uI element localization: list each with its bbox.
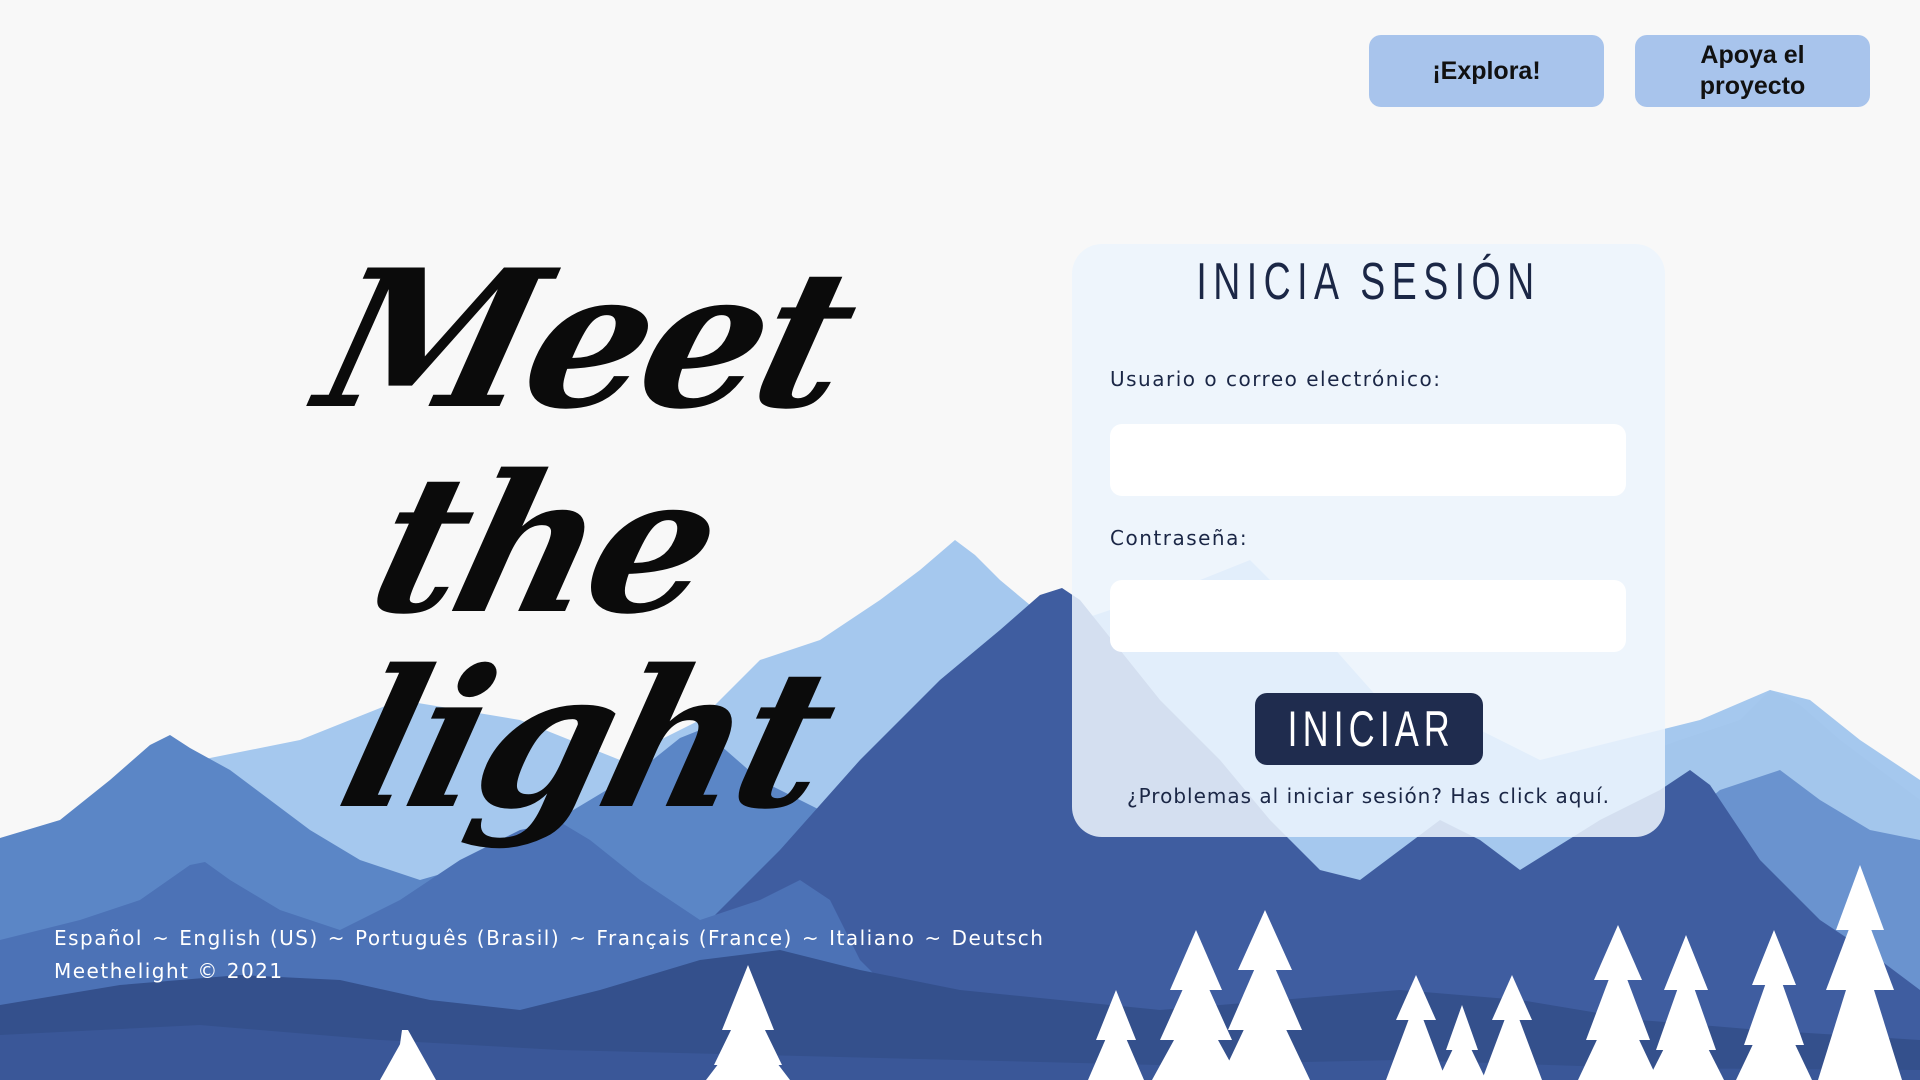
language-separator: ~ — [327, 926, 347, 950]
language-espanol[interactable]: Español — [54, 926, 143, 950]
password-label: Contraseña: — [1110, 526, 1249, 550]
copyright-text: Meethelight © 2021 — [54, 959, 284, 983]
language-francais-france[interactable]: Français (France) — [596, 926, 792, 950]
explore-button[interactable]: ¡Explora! — [1369, 35, 1604, 107]
footer: Español ~ English (US) ~ Português (Brasil) ~… — [54, 922, 1044, 988]
language-separator: ~ — [151, 926, 171, 950]
login-submit-button[interactable]: INICIAR — [1255, 693, 1483, 765]
language-separator: ~ — [569, 926, 588, 950]
language-italiano[interactable]: Italiano — [829, 926, 915, 950]
logo-line-the: the — [352, 433, 737, 656]
username-input[interactable] — [1110, 424, 1626, 496]
language-english-us[interactable]: English (US) — [179, 926, 319, 950]
username-label: Usuario o correo electrónico: — [1110, 367, 1442, 391]
login-submit-label: INICIAR — [1287, 701, 1455, 757]
logo-line-meet: Meet — [300, 228, 872, 451]
language-portugues-brasil[interactable]: Português (Brasil) — [355, 926, 560, 950]
password-input[interactable] — [1110, 580, 1626, 652]
login-help-link[interactable]: ¿Problemas al iniciar sesión? Has click … — [1072, 784, 1665, 808]
logo-line-light: light — [322, 628, 852, 851]
language-separator: ~ — [801, 926, 821, 950]
language-selector: Español ~ English (US) ~ Português (Brasil) ~… — [54, 922, 1044, 955]
login-card: INICIA SESIÓN Usuario o correo electróni… — [1072, 244, 1665, 837]
language-deutsch[interactable]: Deutsch — [952, 926, 1045, 950]
login-title: INICIA SESIÓN — [1196, 253, 1541, 311]
support-project-button[interactable]: Apoya el proyecto — [1635, 35, 1870, 107]
language-separator: ~ — [924, 926, 943, 950]
meet-the-light-logo: Meet the light — [300, 228, 871, 875]
